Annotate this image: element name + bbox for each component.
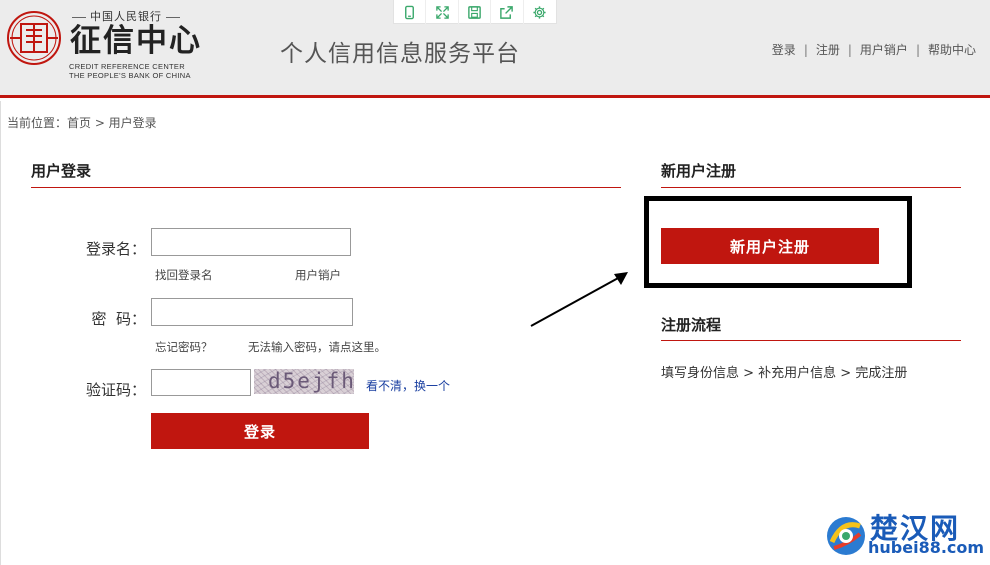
cannot-input-password-link[interactable]: 无法输入密码，请点这里。 <box>248 339 386 355</box>
register-flow-steps: 填写身份信息 > 补充用户信息 > 完成注册 <box>661 366 908 381</box>
captcha-image[interactable]: d5ejfh <box>254 369 354 394</box>
register-flow-title: 注册流程 <box>661 316 722 334</box>
captcha-code: d5ejfh <box>268 369 354 393</box>
browser-toolbar <box>393 0 557 24</box>
english-line-1: CREDIT REFERENCE CENTER <box>69 62 185 71</box>
nav-login-link[interactable]: 登录 <box>772 41 796 58</box>
annotation-arrow-icon <box>530 272 628 327</box>
register-flow-divider <box>661 340 961 341</box>
register-title-divider <box>661 187 961 188</box>
credit-center-seal-logo <box>7 11 61 65</box>
username-input[interactable] <box>151 228 351 256</box>
nav-separator: | <box>847 43 852 57</box>
password-label: 密 码： <box>91 310 146 328</box>
captcha-input[interactable] <box>151 369 251 396</box>
nav-help-link[interactable]: 帮助中心 <box>928 41 976 58</box>
register-panel-title: 新用户注册 <box>661 162 737 180</box>
captcha-label: 验证码： <box>85 381 146 399</box>
login-panel-title: 用户登录 <box>31 162 92 180</box>
refresh-captcha-link[interactable]: 看不清，换一个 <box>366 377 450 394</box>
forgot-password-link[interactable]: 忘记密码？ <box>155 339 213 355</box>
nav-register-link[interactable]: 注册 <box>816 41 840 58</box>
share-icon[interactable] <box>491 0 524 24</box>
password-input[interactable] <box>151 298 353 326</box>
cancel-account-link[interactable]: 用户销户 <box>295 267 341 283</box>
username-label: 登录名： <box>85 240 146 258</box>
nav-separator: | <box>803 43 808 57</box>
nav-cancel-account-link[interactable]: 用户销户 <box>860 41 908 58</box>
watermark-en: hubei88.com <box>868 538 985 557</box>
site-title: 个人信用信息服务平台 <box>280 41 520 67</box>
find-username-link[interactable]: 找回登录名 <box>155 267 213 283</box>
page-left-border <box>0 101 1 565</box>
nav-separator: | <box>915 43 920 57</box>
login-button[interactable]: 登录 <box>151 413 369 449</box>
center-name: 征信中心 <box>70 23 202 59</box>
watermark-logo-icon <box>827 517 865 555</box>
highlight-annotation-box <box>644 196 912 288</box>
settings-icon[interactable] <box>524 0 556 24</box>
tablet-icon[interactable] <box>394 0 427 24</box>
save-icon[interactable] <box>459 0 492 24</box>
login-title-divider <box>31 187 621 188</box>
center-english-name: CREDIT REFERENCE CENTER THE PEOPLE'S BAN… <box>69 62 191 80</box>
fullscreen-icon[interactable] <box>426 0 459 24</box>
breadcrumb: 当前位置：首页 > 用户登录 <box>7 116 157 130</box>
english-line-2: THE PEOPLE'S BANK OF CHINA <box>69 71 191 80</box>
top-nav: 登录 | 注册 | 用户销户 | 帮助中心 <box>772 41 976 58</box>
